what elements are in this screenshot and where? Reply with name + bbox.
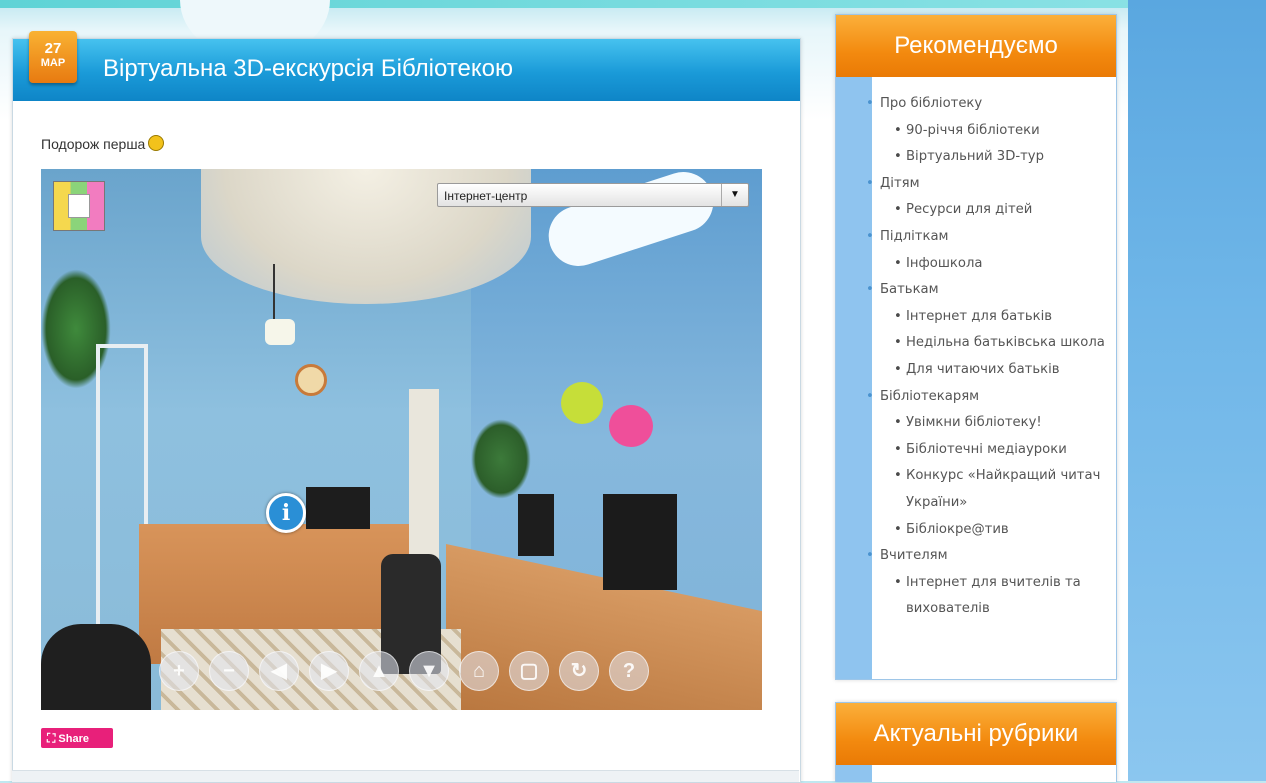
scene-lamp-cord — [273, 264, 275, 324]
sidebar-subitem-link[interactable]: Недільна батьківська школа — [880, 330, 1106, 357]
plus-icon[interactable]: + — [159, 651, 199, 691]
rotate-icon[interactable]: ↻ — [559, 651, 599, 691]
sidebar-category-link[interactable]: Про бібліотеку — [880, 91, 1106, 118]
scene-monitor — [306, 487, 370, 529]
sidebar-subitem-link[interactable]: Інтернет для батьків — [880, 304, 1106, 331]
sidebar-subitem-link[interactable]: Конкурс «Найкращий читач України» — [880, 463, 1106, 516]
panorama-viewer[interactable]: Інтернет-центр ▼ i + − ◀ ▶ ▲ ▼ ⌂ ▢ ↻ ? — [41, 169, 762, 710]
arrow-right-icon[interactable]: ▶ — [309, 651, 349, 691]
rubrics-widget-title: Актуальні рубрики — [836, 703, 1116, 765]
post-card: 27 МАР Віртуальна 3D-екскурсія Бібліотек… — [12, 31, 801, 783]
sidebar-subitem-link[interactable]: Для читаючих батьків — [880, 357, 1106, 384]
sidebar-category-link[interactable]: Підліткам — [880, 224, 1106, 251]
post-title[interactable]: Віртуальна 3D-екскурсія Бібліотекою — [103, 55, 513, 83]
right-background — [1128, 0, 1266, 781]
floor-plan-minimap[interactable] — [53, 181, 105, 231]
sidebar-stripe — [836, 765, 872, 782]
post-header: 27 МАР Віртуальна 3D-екскурсія Бібліотек… — [13, 31, 800, 101]
info-hotspot-icon[interactable]: i — [266, 493, 306, 533]
help-icon[interactable]: ? — [609, 651, 649, 691]
recommend-widget-title: Рекомендуємо — [836, 15, 1116, 77]
date-month: МАР — [40, 57, 66, 69]
sidebar-category-link[interactable]: Бібліотекарям — [880, 384, 1106, 411]
scene-monitor — [603, 494, 677, 590]
date-day: 27 — [44, 40, 62, 57]
scene-lamp — [265, 319, 295, 345]
scene-mouse-decor-pink — [609, 405, 653, 447]
rubrics-widget: Актуальні рубрики — [835, 702, 1117, 782]
scene-select[interactable]: Інтернет-центр ▼ — [437, 183, 749, 207]
arrow-left-icon[interactable]: ◀ — [259, 651, 299, 691]
scene-plant — [471, 419, 531, 499]
sidebar-subitem-link[interactable]: Бібліотечні медіауроки — [880, 437, 1106, 464]
post-intro: Подорож перша — [41, 135, 165, 152]
smiley-icon — [148, 135, 165, 151]
sidebar-subitem-link[interactable]: Інфошкола — [880, 251, 1106, 278]
scene-monitor — [518, 494, 554, 556]
rubrics-widget-body — [836, 765, 1116, 782]
scene-door — [409, 389, 439, 559]
sidebar-subitem-link[interactable]: Інтернет для вчителів та вихователів — [880, 570, 1106, 623]
arrow-down-icon[interactable]: ▼ — [409, 651, 449, 691]
sidebar-subitem-link[interactable]: Бібліокре@тив — [880, 517, 1106, 544]
sidebar-subitem-link[interactable]: Ресурси для дітей — [880, 197, 1106, 224]
arrow-up-icon[interactable]: ▲ — [359, 651, 399, 691]
minus-icon[interactable]: − — [209, 651, 249, 691]
sidebar-category-link[interactable]: Дітям — [880, 171, 1106, 198]
sidebar-subitem-link[interactable]: Віртуальний 3D-тур — [880, 144, 1106, 171]
minimap-room — [68, 194, 90, 218]
intro-text: Подорож перша — [41, 136, 146, 152]
recommend-widget: Рекомендуємо Про бібліотеку90-річчя бібл… — [835, 14, 1117, 680]
share-icon: ⛶ — [47, 731, 56, 745]
scene-mouse-decor-green — [561, 382, 603, 424]
scene-chair — [41, 624, 151, 710]
chevron-down-icon[interactable]: ▼ — [721, 184, 748, 206]
sidebar-subitem-link[interactable]: 90-річчя бібліотеки — [880, 118, 1106, 145]
scene-select-value: Інтернет-центр — [444, 189, 528, 203]
sidebar-category-link[interactable]: Батькам — [880, 277, 1106, 304]
recommend-widget-body: Про бібліотеку90-річчя бібліотекиВіртуал… — [836, 77, 1116, 679]
sidebar-subitem-link[interactable]: Увімкни бібліотеку! — [880, 410, 1106, 437]
sidebar-category-link[interactable]: Вчителям — [880, 543, 1106, 570]
scene-wall-clock — [295, 364, 327, 396]
date-badge: 27 МАР — [29, 31, 77, 83]
share-button[interactable]: ⛶ Share — [41, 728, 113, 748]
home-icon[interactable]: ⌂ — [459, 651, 499, 691]
share-label: Share — [58, 733, 89, 745]
recommend-menu: Про бібліотеку90-річчя бібліотекиВіртуал… — [836, 77, 1116, 637]
fullscreen-icon[interactable]: ▢ — [509, 651, 549, 691]
post-footer-strip — [12, 770, 799, 782]
